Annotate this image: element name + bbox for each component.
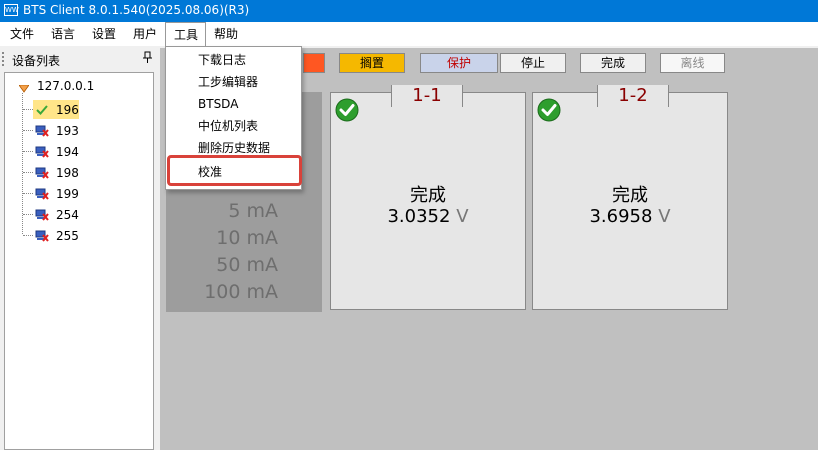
tree-connector [23,172,33,173]
protect-button[interactable]: 保护 [420,53,498,73]
title-bar: WW BTS Client 8.0.1.540(2025.08.06)(R3) [0,0,818,22]
channel-voltage: 3.6958 V [533,206,727,227]
tree-connector [23,193,33,194]
range-100ma: 100 mA [204,281,278,303]
online-check-icon [35,104,49,119]
offline-device-icon [35,230,49,245]
check-icon [537,98,561,122]
device-node[interactable]: 194 [5,143,145,161]
menu-item-step-editor[interactable]: 工步编辑器 [166,71,301,93]
tree-connector [23,214,33,215]
window-title: BTS Client 8.0.1.540(2025.08.06)(R3) [23,3,250,17]
channel-card-1-2[interactable]: 1-2 完成 3.6958 V [532,85,728,310]
offline-device-icon [35,125,49,140]
menu-tools[interactable]: 工具 [165,22,206,47]
tree-connector [23,151,33,152]
range-10ma: 10 mA [216,227,278,249]
device-label[interactable]: 199 [56,187,79,201]
tree-connector [23,109,33,110]
menu-user[interactable]: 用户 [128,22,162,46]
device-node[interactable]: 193 [5,122,145,140]
device-node[interactable]: 199 [5,185,145,203]
menu-bar: 文件 语言 设置 用户 工具 帮助 [0,22,818,47]
complete-button[interactable]: 完成 [580,53,646,73]
device-node[interactable]: 255 [5,227,145,245]
voltage-value: 3.0352 [387,206,451,227]
device-label[interactable]: 196 [56,103,79,117]
offline-device-icon [35,167,49,182]
device-label[interactable]: 198 [56,166,79,180]
device-node[interactable]: 198 [5,164,145,182]
device-label[interactable]: 255 [56,229,79,243]
offline-device-icon [35,209,49,224]
sidebar-title: 设备列表 [12,54,61,68]
menu-item-btsda[interactable]: BTSDA [166,93,301,115]
range-5ma: 5 mA [228,200,278,222]
menu-help[interactable]: 帮助 [209,22,243,46]
collapse-icon[interactable] [18,82,30,96]
status-color-button[interactable] [303,53,325,73]
menu-language[interactable]: 语言 [46,22,80,46]
channel-id: 1-2 [597,85,669,107]
check-icon [335,98,359,122]
idle-button[interactable]: 搁置 [339,53,405,73]
device-label[interactable]: 194 [56,145,79,159]
device-label[interactable]: 254 [56,208,79,222]
tree-connector [23,130,33,131]
tree-root-label[interactable]: 127.0.0.1 [37,79,94,93]
offline-device-icon [35,188,49,203]
tree-connector [23,235,33,236]
menu-item-mid-list[interactable]: 中位机列表 [166,115,301,137]
channel-voltage: 3.0352 V [331,206,525,227]
voltage-unit: V [456,206,469,227]
menu-settings[interactable]: 设置 [87,22,121,46]
voltage-unit: V [658,206,671,227]
device-node[interactable]: 196 [5,100,145,119]
menu-file[interactable]: 文件 [5,22,39,46]
menu-item-download-log[interactable]: 下载日志 [166,49,301,71]
app-icon: WW [4,4,19,16]
offline-button[interactable]: 离线 [660,53,725,73]
device-node[interactable]: 254 [5,206,145,224]
pin-icon[interactable] [143,51,152,67]
channel-status: 完成 [612,185,648,206]
highlight-box [167,155,302,186]
channel-status: 完成 [410,185,446,206]
panel-grip[interactable] [2,52,6,66]
device-tree[interactable]: 127.0.0.1 196 193 194 198 199 254 255 [4,72,154,450]
device-label[interactable]: 193 [56,124,79,138]
channel-id: 1-1 [391,85,463,107]
voltage-value: 3.6958 [589,206,653,227]
range-50ma: 50 mA [216,254,278,276]
stop-button[interactable]: 停止 [500,53,566,73]
offline-device-icon [35,146,49,161]
channel-card-1-1[interactable]: 1-1 完成 3.0352 V [330,85,526,310]
